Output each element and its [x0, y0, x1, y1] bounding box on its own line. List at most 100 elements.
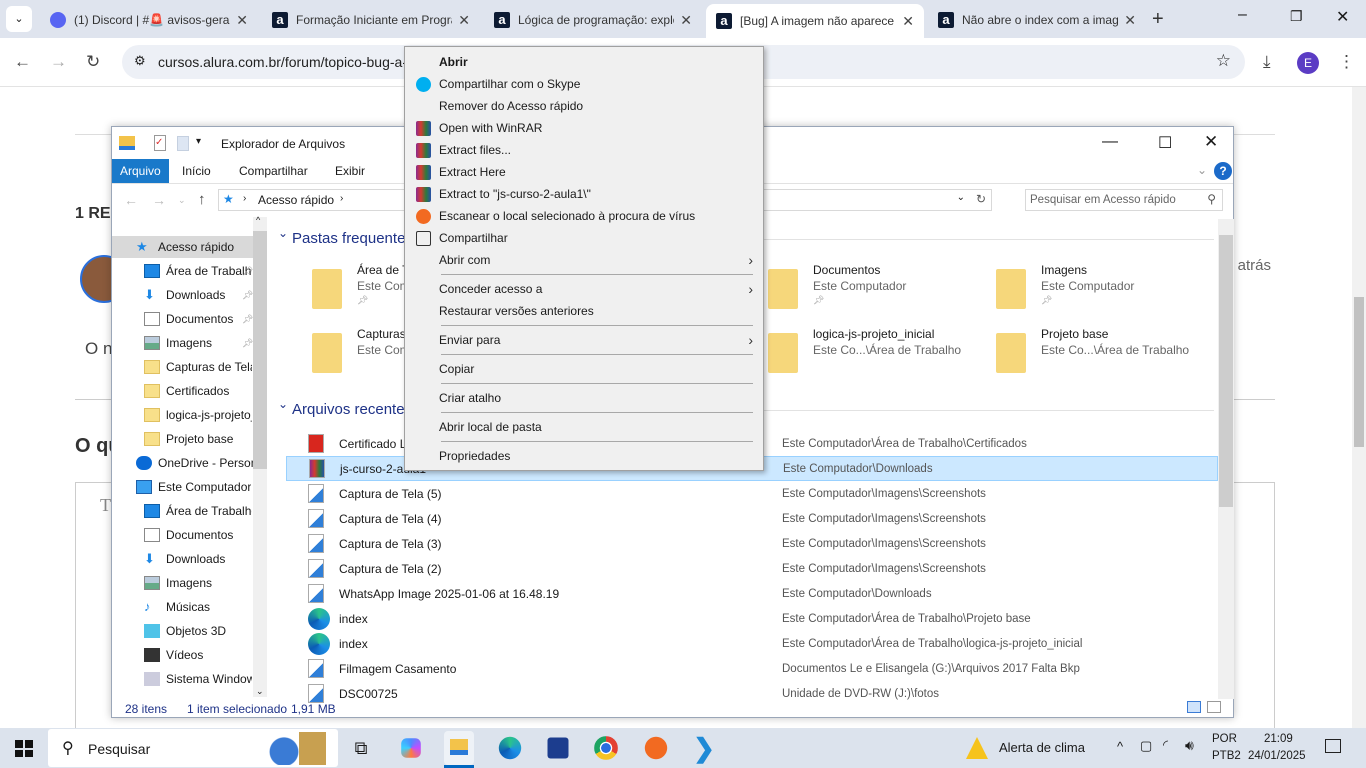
context-menu-item[interactable]: Propriedades — [405, 445, 763, 467]
recent-file-row[interactable]: Captura de Tela (5) Este Computador\Image… — [286, 481, 1218, 506]
section-frequent-folders[interactable]: Pastas frequentes — [292, 230, 413, 247]
nav-item[interactable]: Capturas de Tela — [144, 356, 252, 378]
nav-item[interactable]: Objetos 3D — [144, 620, 226, 642]
new-folder-quick-icon[interactable] — [177, 136, 189, 151]
tab-search-button[interactable]: ⌄ — [6, 6, 32, 32]
recent-file-row[interactable]: DSC00725 Unidade de DVD-RW (J:)\fotos — [286, 681, 1218, 706]
copilot-icon[interactable] — [401, 738, 421, 758]
close-tab-icon[interactable]: ✕ — [458, 12, 470, 29]
ribbon-tab-compartilhar[interactable]: Compartilhar — [231, 159, 316, 183]
profile-avatar[interactable]: E — [1297, 52, 1319, 74]
context-menu-item[interactable]: Copiar — [405, 358, 763, 380]
browser-tab[interactable]: a Lógica de programação: explore ✕ — [484, 6, 702, 34]
nav-item[interactable]: ⬇ Downloads 📌︎ — [144, 284, 253, 306]
forward-nav-button[interactable]: → — [152, 192, 166, 208]
recent-file-row[interactable]: index Este Computador\Área de Trabalho\lo… — [286, 631, 1218, 656]
close-tab-icon[interactable]: ✕ — [902, 13, 914, 30]
weather-alert-icon[interactable] — [966, 737, 988, 759]
context-menu-item[interactable]: Abrir com › — [405, 249, 763, 271]
browser-tab[interactable]: a [Bug] A imagem não aparece ✕ — [706, 4, 924, 38]
tiles-view-button[interactable] — [1207, 701, 1221, 713]
context-menu-item[interactable]: Abrir local de pasta — [405, 416, 763, 438]
microsoft-store-icon[interactable] — [547, 737, 569, 759]
frequent-folder-tile[interactable]: Documentos Este Computador 📌︎ — [768, 263, 988, 319]
nav-item[interactable]: Área de Trabalho 📌︎ — [144, 260, 253, 282]
close-tab-icon[interactable]: ✕ — [1124, 12, 1136, 29]
nav-item[interactable]: Imagens 📌︎ — [144, 332, 253, 354]
context-menu-item[interactable]: Conceder acesso a › — [405, 278, 763, 300]
nav-item[interactable]: Projeto base — [144, 428, 233, 450]
bookmark-star-icon[interactable]: ☆ — [1216, 51, 1231, 71]
details-view-button[interactable] — [1187, 701, 1201, 713]
back-button[interactable]: ← — [14, 52, 31, 72]
context-menu-item[interactable]: Abrir — [405, 51, 763, 73]
search-box[interactable]: Pesquisar em Acesso rápido ⚲ — [1025, 189, 1223, 211]
context-menu-item[interactable]: Compartilhar com o Skype — [405, 73, 763, 95]
reload-button[interactable]: ↻ — [86, 52, 100, 72]
downloads-icon[interactable]: ⤓ — [1263, 52, 1271, 72]
nav-item[interactable]: Vídeos — [144, 644, 203, 666]
close-button[interactable]: ✕ — [1204, 132, 1218, 152]
taskbar-search[interactable]: ⚲ Pesquisar — [48, 729, 338, 767]
task-view-icon[interactable]: ⧉ — [347, 734, 375, 762]
recent-file-row[interactable]: Captura de Tela (2) Este Computador\Image… — [286, 556, 1218, 581]
chrome-icon[interactable] — [594, 736, 618, 760]
browser-tab[interactable]: (1) Discord | #🚨 avisos-gerais ✕ — [40, 6, 258, 34]
volume-icon[interactable]: 🔊︎ — [1185, 737, 1194, 754]
nav-item[interactable]: Imagens — [144, 572, 212, 594]
up-button[interactable]: ↑ — [198, 191, 206, 208]
context-menu-item[interactable]: Restaurar versões anteriores — [405, 300, 763, 322]
context-menu-item[interactable]: Criar atalho — [405, 387, 763, 409]
new-tab-button[interactable]: + — [1152, 8, 1164, 31]
recent-file-row[interactable]: Captura de Tela (4) Este Computador\Image… — [286, 506, 1218, 531]
file-explorer-taskbar-icon[interactable] — [444, 731, 474, 768]
avast-icon[interactable] — [644, 736, 668, 760]
context-menu-item[interactable]: Extract to "js-curso-2-aula1\" — [405, 183, 763, 205]
section-recent-files[interactable]: Arquivos recentes — [292, 401, 412, 418]
properties-quick-icon[interactable]: ✓ — [154, 135, 166, 151]
back-nav-button[interactable]: ← — [124, 192, 138, 208]
nav-item[interactable]: Certificados — [144, 380, 229, 402]
restore-browser-button[interactable]: ❐ — [1290, 8, 1303, 25]
nav-item[interactable]: Área de Trabalho — [144, 500, 252, 522]
nav-item[interactable]: OneDrive - Personal — [136, 452, 258, 474]
notifications-icon[interactable] — [1325, 739, 1341, 753]
close-tab-icon[interactable]: ✕ — [680, 12, 692, 29]
browser-tab[interactable]: a Formação Iniciante em Programação ✕ — [262, 6, 480, 34]
context-menu-item[interactable]: Extract files... — [405, 139, 763, 161]
nav-item[interactable]: ⬇ Downloads — [144, 548, 225, 570]
customize-quick-access-icon[interactable]: ▾ — [196, 136, 201, 147]
weather-alert-text[interactable]: Alerta de clima — [999, 740, 1085, 755]
menu-icon[interactable]: ⋮ — [1338, 52, 1355, 72]
address-dropdown-icon[interactable]: ⌄ — [957, 192, 965, 203]
forward-button[interactable]: → — [50, 52, 67, 72]
ribbon-tab-arquivo[interactable]: Arquivo — [112, 159, 169, 183]
context-menu-item[interactable]: Enviar para › — [405, 329, 763, 351]
clock-time[interactable]: 21:09 — [1264, 733, 1293, 745]
nav-item[interactable]: Sistema Windows — [144, 668, 252, 690]
language-code[interactable]: POR — [1212, 733, 1237, 745]
context-menu-item[interactable]: Remover do Acesso rápido — [405, 95, 763, 117]
nav-item[interactable]: logica-js-projeto_inicial — [144, 404, 252, 426]
nav-item[interactable]: ♪ Músicas — [144, 596, 210, 618]
minimize-button[interactable]: — — [1102, 133, 1118, 151]
browser-tab[interactable]: a Não abre o index com a imagem ✕ — [928, 6, 1146, 34]
site-settings-icon[interactable]: ⚙ — [134, 53, 146, 69]
recent-locations-button[interactable]: ⌄ — [178, 195, 186, 206]
close-tab-icon[interactable]: ✕ — [236, 12, 248, 29]
recent-file-row[interactable]: Filmagem Casamento Documentos Le e Elisan… — [286, 656, 1218, 681]
chevron-down-icon[interactable]: ⌄ — [278, 226, 288, 240]
context-menu-item[interactable]: Extract Here — [405, 161, 763, 183]
help-icon[interactable]: ? — [1214, 162, 1232, 180]
frequent-folder-tile[interactable]: logica-js-projeto_inicial Este Co...\Área… — [768, 327, 988, 383]
chevron-down-icon[interactable]: ⌄ — [278, 397, 288, 411]
show-hidden-icons[interactable]: ^ — [1117, 739, 1123, 754]
context-menu-item[interactable]: Escanear o local selecionado à procura d… — [405, 205, 763, 227]
ribbon-tab-inicio[interactable]: Início — [174, 159, 219, 183]
frequent-folder-tile[interactable]: Imagens Este Computador 📌︎ — [996, 263, 1216, 319]
frequent-folder-tile[interactable]: Projeto base Este Co...\Área de Trabalho — [996, 327, 1216, 383]
maximize-button[interactable]: ☐ — [1158, 133, 1172, 153]
start-button[interactable] — [15, 740, 33, 757]
nav-scrollbar[interactable]: ^ ⌄ — [253, 215, 267, 697]
breadcrumb-item[interactable]: Acesso rápido — [258, 193, 334, 207]
